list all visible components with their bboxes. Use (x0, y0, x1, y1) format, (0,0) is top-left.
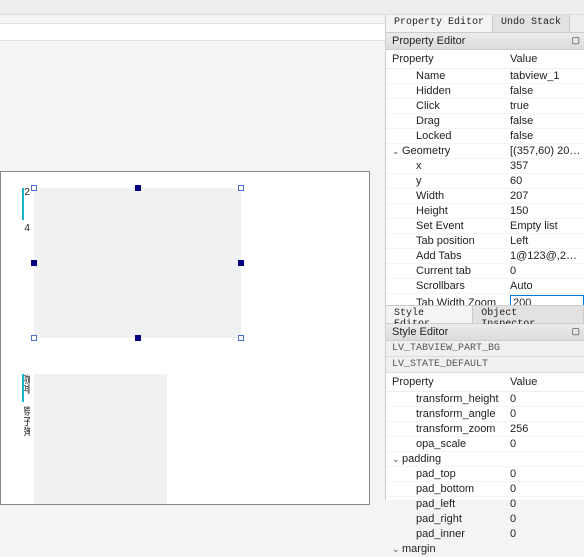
resize-handle-e[interactable] (238, 260, 244, 266)
tab-style-editor[interactable]: Style Editor (386, 306, 473, 323)
style-margin[interactable]: ⌄margin (386, 542, 584, 557)
tab-cn-2[interactable]: 原子弹 (22, 406, 30, 446)
style-editor-title: Style Editor▢ (386, 324, 584, 341)
tab-1-label-a: 12 (22, 188, 30, 198)
resize-handle-w[interactable] (31, 260, 37, 266)
prop-scrollbars[interactable]: ScrollbarsAuto (386, 279, 584, 294)
tab-cn-1-label: 咖啡 (22, 374, 30, 402)
chevron-down-icon[interactable]: ⌄ (392, 454, 402, 465)
tab-width-zoom-input[interactable] (510, 295, 584, 305)
property-columns: Property Value (386, 50, 584, 69)
col-property: Property (392, 53, 510, 65)
property-editor-title: Property Editor▢ (386, 33, 584, 50)
style-part-selector[interactable]: LV_TABVIEW_PART_BG (386, 341, 584, 357)
tab-property-editor[interactable]: Property Editor (386, 15, 493, 32)
prop-y[interactable]: y60 (386, 174, 584, 189)
property-panel-tabs: Property Editor Undo Stack (386, 15, 584, 33)
app-toolbar (0, 0, 584, 15)
chevron-down-icon[interactable]: ⌄ (392, 544, 402, 555)
tab-2-label-a: 34 (22, 224, 30, 234)
style-columns: Property Value (386, 373, 584, 392)
style-pad-left[interactable]: pad_left0 (386, 497, 584, 512)
resize-handle-ne[interactable] (238, 185, 244, 191)
prop-tab-position[interactable]: Tab positionLeft (386, 234, 584, 249)
tab-cn-1[interactable]: 咖啡 (22, 374, 30, 402)
tabview-widget-2[interactable]: 咖啡 原子弹 (34, 374, 167, 504)
resize-handle-nw[interactable] (31, 185, 37, 191)
col-value: Value (510, 376, 537, 388)
style-pad-bottom[interactable]: pad_bottom0 (386, 482, 584, 497)
style-pad-inner[interactable]: pad_inner0 (386, 527, 584, 542)
prop-set-event[interactable]: Set EventEmpty list (386, 219, 584, 234)
prop-drag[interactable]: Dragfalse (386, 114, 584, 129)
prop-tab-width-zoom[interactable]: Tab Width Zoom (386, 294, 584, 305)
canvas-viewport[interactable]: 123 345 咖啡 原子弹 (0, 171, 370, 505)
prop-geometry[interactable]: ⌄Geometry[(357,60) 207x150] (386, 144, 584, 159)
tab-1[interactable]: 123 (22, 188, 30, 220)
tab-2[interactable]: 345 (22, 224, 30, 256)
style-state-selector[interactable]: LV_STATE_DEFAULT (386, 357, 584, 373)
pin-icon[interactable]: ▢ (571, 326, 580, 337)
prop-locked[interactable]: Lockedfalse (386, 129, 584, 144)
tab-undo-stack[interactable]: Undo Stack (493, 15, 570, 32)
prop-hidden[interactable]: Hiddenfalse (386, 84, 584, 99)
style-pad-right[interactable]: pad_right0 (386, 512, 584, 527)
resize-handle-se[interactable] (238, 335, 244, 341)
prop-name[interactable]: Nametabview_1 (386, 69, 584, 84)
tabview-widget-selected[interactable]: 123 345 (34, 188, 241, 338)
prop-width[interactable]: Width207 (386, 189, 584, 204)
resize-handle-n[interactable] (135, 185, 141, 191)
resize-handle-s[interactable] (135, 335, 141, 341)
style-transform-zoom[interactable]: transform_zoom256 (386, 422, 584, 437)
style-rows: transform_height0 transform_angle0 trans… (386, 392, 584, 557)
tab-cn-2-label: 原子弹 (22, 406, 30, 446)
style-panel-tabs: Style Editor Object Inspector (386, 306, 584, 324)
prop-x[interactable]: x357 (386, 159, 584, 174)
tab-strip-2: 咖啡 原子弹 (22, 374, 34, 504)
resize-handle-sw[interactable] (31, 335, 37, 341)
style-transform-height[interactable]: transform_height0 (386, 392, 584, 407)
style-opa-scale[interactable]: opa_scale0 (386, 437, 584, 452)
style-pad-top[interactable]: pad_top0 (386, 467, 584, 482)
property-rows: Nametabview_1 Hiddenfalse Clicktrue Drag… (386, 69, 584, 305)
prop-add-tabs[interactable]: Add Tabs1@123@,2@345@ (386, 249, 584, 264)
style-transform-angle[interactable]: transform_angle0 (386, 407, 584, 422)
prop-current-tab[interactable]: Current tab0 (386, 264, 584, 279)
prop-click[interactable]: Clicktrue (386, 99, 584, 114)
style-padding[interactable]: ⌄padding (386, 452, 584, 467)
col-property: Property (392, 376, 510, 388)
document-bar (0, 23, 385, 41)
tab-object-inspector[interactable]: Object Inspector (473, 306, 584, 323)
prop-height[interactable]: Height150 (386, 204, 584, 219)
chevron-down-icon[interactable]: ⌄ (392, 146, 402, 157)
style-editor-panel: Style Editor Object Inspector Style Edit… (386, 305, 584, 557)
col-value: Value (510, 53, 537, 65)
pin-icon[interactable]: ▢ (571, 35, 580, 46)
right-panels: Property Editor Undo Stack Property Edit… (385, 15, 584, 500)
canvas-area: 123 345 咖啡 原子弹 (0, 15, 385, 500)
